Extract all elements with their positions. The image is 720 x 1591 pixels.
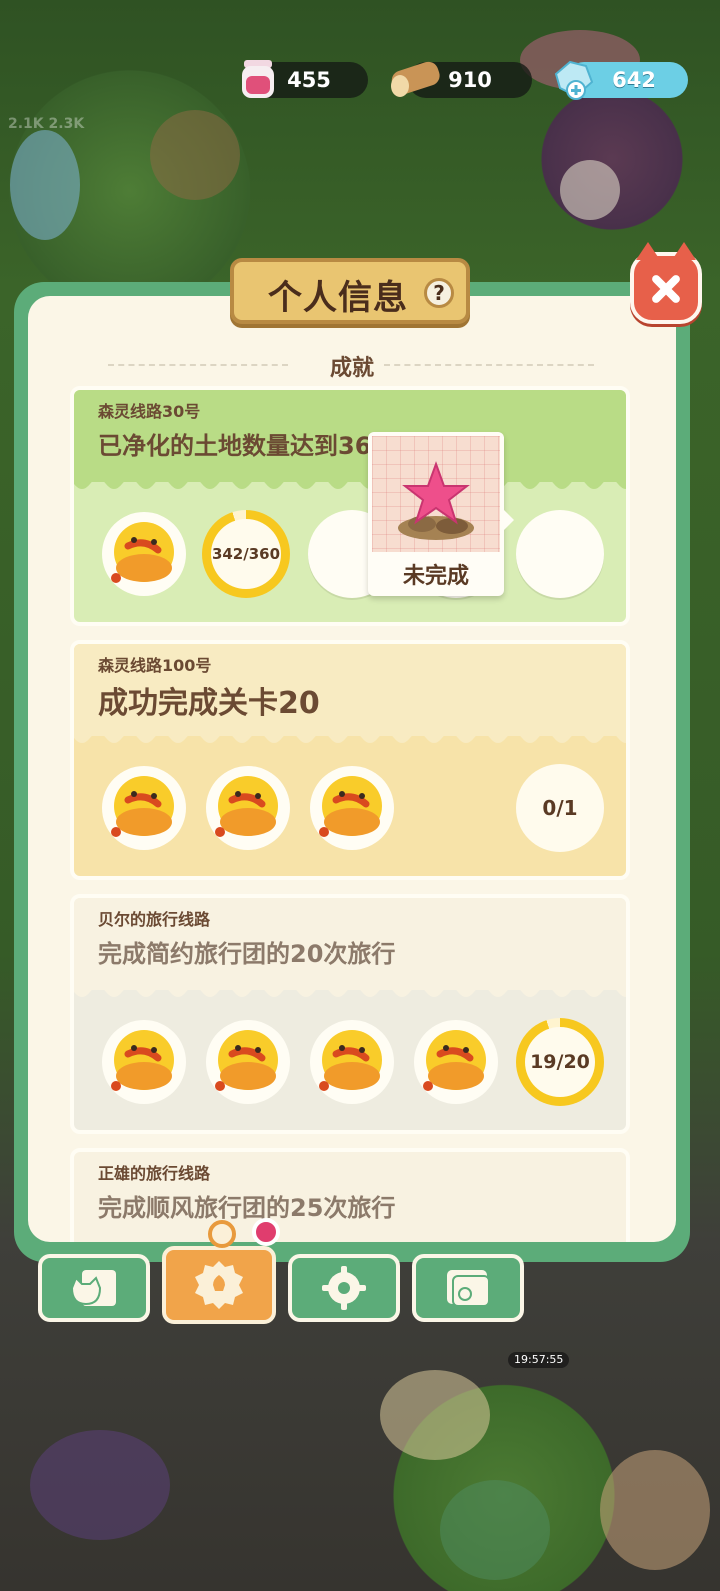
reward-preview — [372, 436, 500, 552]
notification-dot — [252, 1218, 280, 1246]
wood-counter[interactable]: 910 — [391, 61, 532, 98]
gem-counter[interactable]: 642 — [554, 60, 688, 100]
building-timer: 19:57:55 — [508, 1352, 570, 1368]
achievement-progress-text: 0/1 — [525, 773, 595, 843]
tab-achievements[interactable] — [162, 1246, 276, 1324]
achievement-description: 成功完成关卡20 — [98, 686, 320, 721]
achievement-card[interactable]: 森灵线路30号 已净化的土地数量达到360块 342/360 — [70, 386, 630, 626]
achievement-route: 贝尔的旅行线路 — [98, 910, 211, 929]
achievement-progress-ring: 0/1 — [516, 764, 604, 852]
empty-badge-slot — [516, 510, 604, 598]
juice-counter[interactable]: 455 — [242, 60, 368, 98]
tab-profile[interactable] — [38, 1254, 150, 1322]
achievement-route: 森灵线路100号 — [98, 656, 212, 675]
active-tab-pin — [208, 1220, 236, 1248]
achievement-progress-ring: 19/20 — [516, 1018, 604, 1106]
achievement-route: 森灵线路30号 — [98, 402, 201, 421]
cat-ear-right — [672, 242, 696, 260]
tab-album[interactable] — [412, 1254, 524, 1322]
profile-panel: 成就 森灵线路30号 已净化的土地数量达到360块 342/360 森灵线路10… — [14, 282, 690, 1262]
achievement-description: 完成简约旅行团的20次旅行 — [98, 940, 396, 968]
achievement-card[interactable]: 正雄的旅行线路 完成顺风旅行团的25次旅行 — [70, 1148, 630, 1242]
panel-title-plate: 个人信息 ? — [230, 258, 470, 324]
card-edge — [74, 984, 626, 997]
tooltip-arrow — [504, 510, 514, 530]
reward-status: 未完成 — [402, 564, 469, 589]
achievement-card[interactable]: 贝尔的旅行线路 完成简约旅行团的20次旅行 19/20 — [70, 894, 630, 1134]
photo-folder-icon — [447, 1270, 490, 1307]
achievement-description: 完成顺风旅行团的25次旅行 — [98, 1194, 396, 1222]
achievement-card[interactable]: 森灵线路100号 成功完成关卡20 0/1 — [70, 640, 630, 880]
card-edge — [74, 730, 626, 743]
card-edge — [74, 476, 626, 489]
help-button[interactable]: ? — [424, 278, 454, 308]
divider-right — [384, 364, 594, 366]
section-title: 成就 — [329, 356, 374, 381]
background-label: 2.1K 2.3K — [8, 116, 85, 132]
cat-card-icon — [70, 1270, 116, 1306]
reward-tooltip: 未完成 — [368, 432, 514, 596]
wood-value: 910 — [448, 68, 492, 92]
achievement-description: 已净化的土地数量达到360块 — [98, 432, 413, 460]
achievement-progress-text: 19/20 — [525, 1027, 595, 1097]
gem-value: 642 — [612, 68, 656, 92]
achievement-progress-ring: 342/360 — [202, 510, 290, 598]
tab-settings[interactable] — [288, 1254, 400, 1322]
pink-star-reward-icon — [398, 461, 474, 540]
panel-title: 个人信息 — [268, 278, 408, 318]
chick-badge-icon — [310, 766, 394, 850]
chick-badge-icon — [102, 1020, 186, 1104]
medal-icon — [195, 1261, 243, 1309]
chick-badge-icon — [414, 1020, 498, 1104]
chick-badge-icon — [206, 1020, 290, 1104]
cat-ear-left — [636, 242, 660, 260]
panel-body: 成就 森灵线路30号 已净化的土地数量达到360块 342/360 森灵线路10… — [28, 296, 676, 1242]
juice-value: 455 — [287, 68, 331, 92]
achievement-progress-text: 342/360 — [211, 519, 281, 589]
chick-badge-icon — [206, 766, 290, 850]
chick-badge-icon — [310, 1020, 394, 1104]
achievement-route: 正雄的旅行线路 — [98, 1164, 211, 1183]
chick-badge-icon — [102, 766, 186, 850]
chick-badge-icon — [102, 512, 186, 596]
gear-icon — [322, 1266, 366, 1310]
close-button[interactable] — [630, 242, 702, 324]
